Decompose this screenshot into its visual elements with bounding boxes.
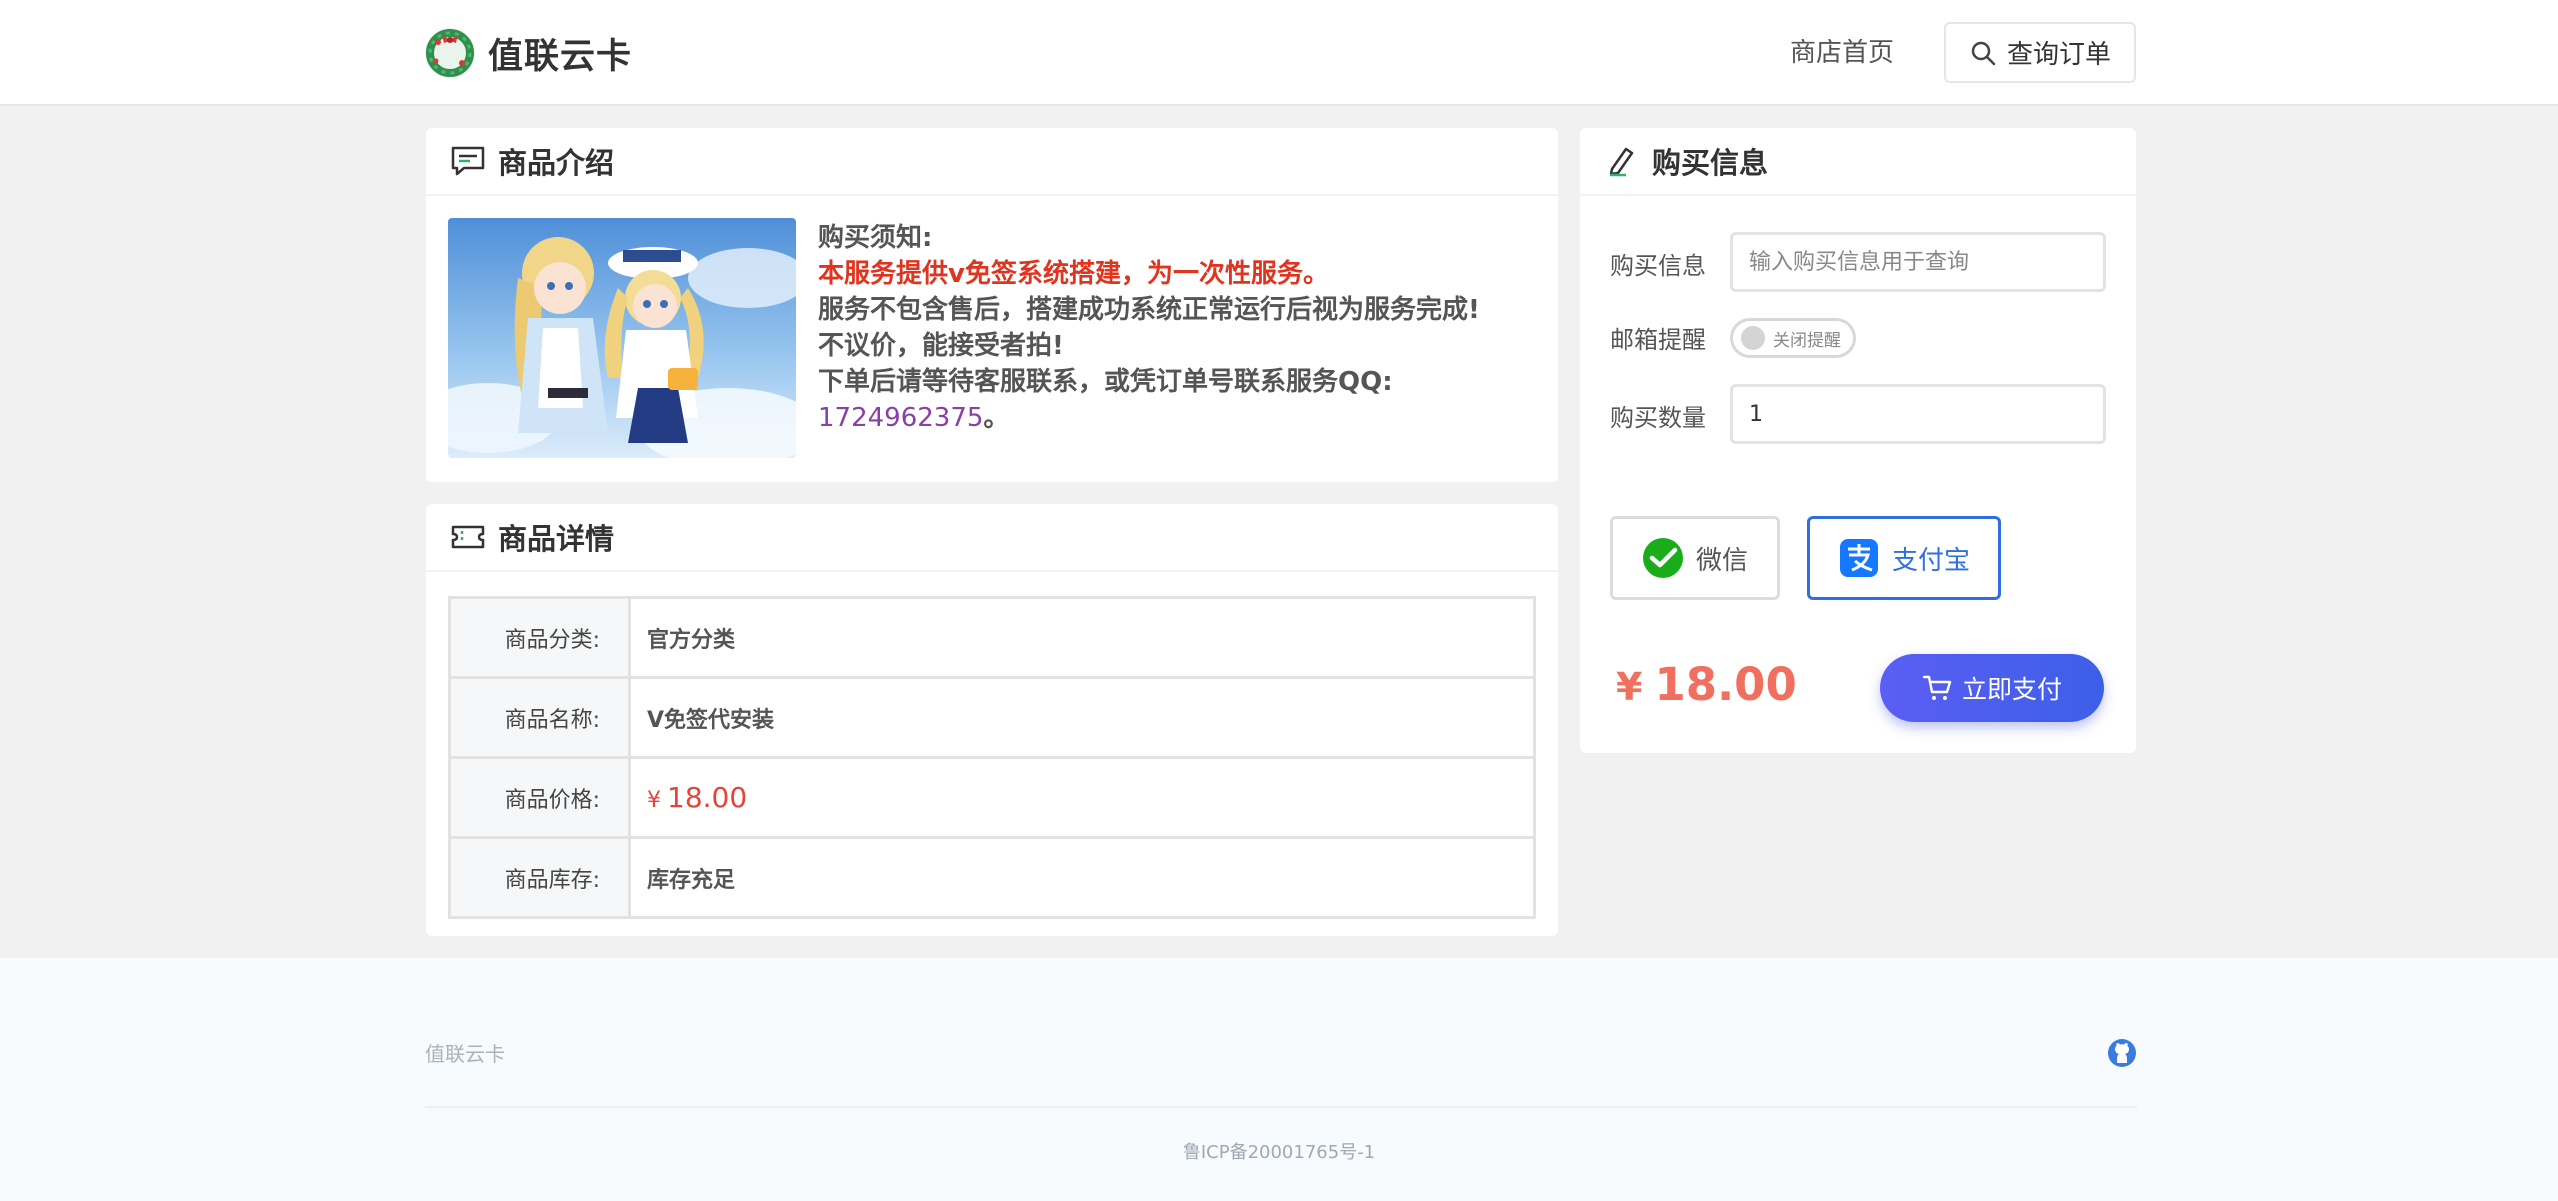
notice-qq-line: 1724962375。 (818, 400, 1538, 436)
detail-value-category: 官方分类 (628, 596, 1536, 679)
top-header: 值联云卡 商店首页 查询订单 (0, 0, 2558, 106)
notice-title: 购买须知: (818, 223, 933, 253)
table-row: 商品价格: ¥18.00 (448, 756, 1536, 839)
notice-line: 不议价，能接受者拍! (818, 331, 1064, 361)
purchase-info-card: 购买信息 购买信息 邮箱提醒 关闭提醒 购买数量 微信 支付宝 ¥18.00 (1580, 128, 2136, 753)
alipay-label: 支付宝 (1891, 545, 1970, 576)
query-order-button[interactable]: 查询订单 (1944, 22, 2136, 83)
icp-record-link[interactable]: 鲁ICP备20001765号-1 (0, 1138, 2558, 1164)
nav-store-home-link[interactable]: 商店首页 (1790, 33, 1894, 73)
total-amount: 18.00 (1654, 658, 1797, 711)
purchase-info-title: 购买信息 (1652, 146, 1769, 180)
quantity-label: 购买数量 (1610, 404, 1706, 432)
pay-now-button[interactable]: 立即支付 (1880, 654, 2104, 722)
detail-value-stock: 库存充足 (628, 836, 1536, 919)
query-order-label: 查询订单 (2006, 40, 2111, 70)
alipay-option[interactable]: 支付宝 (1807, 516, 2001, 600)
product-intro-card: 商品介绍 购买须知: 本服务提供v免签系统搭建，为一次性服务。 服务不包含售后，… (426, 128, 1558, 482)
toggle-knob (1741, 326, 1765, 350)
detail-value-price: ¥18.00 (628, 756, 1536, 839)
qq-suffix: 。 (983, 403, 1010, 433)
detail-key: 商品价格: (448, 756, 631, 839)
wechat-pay-option[interactable]: 微信 (1610, 516, 1780, 600)
pay-now-label: 立即支付 (1961, 675, 2062, 704)
product-intro-title: 商品介绍 (498, 146, 615, 180)
product-image (448, 218, 796, 458)
buy-info-label: 购买信息 (1610, 252, 1706, 280)
notice-line: 服务不包含售后，搭建成功系统正常运行后视为服务完成! (818, 295, 1480, 325)
toggle-label: 关闭提醒 (1773, 330, 1841, 351)
product-detail-card: 商品详情 商品分类: 官方分类 商品名称: V免签代安装 商品价格: ¥18.0… (426, 504, 1558, 936)
detail-value-name: V免签代安装 (628, 676, 1536, 759)
detail-key: 商品分类: (448, 596, 631, 679)
wreath-logo-icon (425, 28, 475, 78)
service-qq-number: 1724962375 (818, 403, 984, 433)
email-reminder-label: 邮箱提醒 (1610, 326, 1706, 354)
table-row: 商品分类: 官方分类 (448, 596, 1536, 679)
quantity-input[interactable] (1730, 384, 2106, 444)
purchase-info-header: 购买信息 (1580, 128, 2136, 196)
footer-divider (425, 1106, 2137, 1108)
wechat-icon (1642, 538, 1683, 578)
total-price: ¥18.00 (1616, 658, 1797, 711)
detail-key: 商品库存: (448, 836, 631, 919)
product-detail-title: 商品详情 (498, 522, 615, 556)
currency-symbol: ¥ (647, 788, 661, 813)
product-intro-header: 商品介绍 (426, 128, 1558, 196)
price-amount: 18.00 (667, 781, 748, 814)
currency-symbol: ¥ (1616, 665, 1643, 709)
footer: 值联云卡 鲁ICP备20001765号-1 (0, 958, 2558, 1201)
brand[interactable]: 值联云卡 (424, 27, 632, 79)
product-detail-header: 商品详情 (426, 504, 1558, 572)
wechat-pay-label: 微信 (1695, 545, 1748, 576)
brand-name: 值联云卡 (488, 36, 633, 77)
github-icon[interactable] (2107, 1038, 2137, 1068)
cart-icon (1922, 675, 1952, 700)
table-row: 商品库存: 库存充足 (448, 836, 1536, 919)
purchase-notice: 购买须知: 本服务提供v免签系统搭建，为一次性服务。 服务不包含售后，搭建成功系… (818, 220, 1538, 436)
detail-key: 商品名称: (448, 676, 631, 759)
message-icon (451, 146, 485, 176)
pen-icon (1609, 147, 1634, 177)
search-icon (1971, 41, 1996, 65)
ticket-icon (451, 525, 485, 549)
alipay-icon (1839, 539, 1878, 577)
table-row: 商品名称: V免签代安装 (448, 676, 1536, 759)
product-detail-table: 商品分类: 官方分类 商品名称: V免签代安装 商品价格: ¥18.00 商品库… (448, 596, 1536, 919)
buy-info-input[interactable] (1730, 232, 2106, 292)
notice-line: 下单后请等待客服联系，或凭订单号联系服务QQ: (818, 367, 1393, 397)
footer-brand: 值联云卡 (425, 1042, 505, 1066)
notice-line-red: 本服务提供v免签系统搭建，为一次性服务。 (818, 259, 1329, 289)
email-reminder-toggle[interactable]: 关闭提醒 (1730, 318, 1856, 358)
